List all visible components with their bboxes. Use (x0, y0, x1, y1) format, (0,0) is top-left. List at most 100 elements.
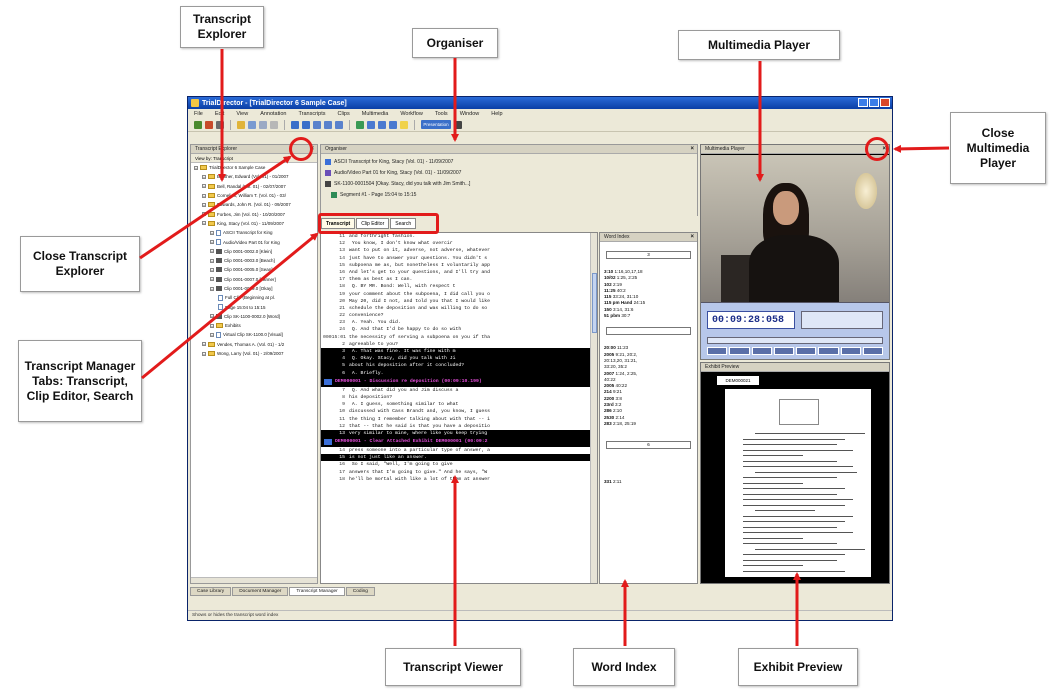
expand-icon[interactable]: + (202, 174, 206, 179)
word-index-letter-box[interactable]: 6 (606, 441, 691, 450)
expand-icon[interactable]: + (210, 332, 214, 337)
tree-item[interactable]: Page 15:04 to 15:15 (191, 302, 317, 311)
expand-icon[interactable]: + (210, 277, 214, 282)
maximize-button[interactable] (869, 98, 879, 107)
transcript-line[interactable]: 14 just have to answer your questions. Yo… (321, 255, 597, 262)
menu-item-annotation[interactable]: Annotation (260, 111, 286, 117)
transcript-line[interactable]: 9 A. I guess, something similar to what (321, 401, 597, 408)
transcript-line[interactable]: 11 the thing I remember talking about wit… (321, 416, 597, 423)
expand-icon[interactable]: + (210, 258, 214, 263)
tree-item[interactable]: + Audio/Video Part 01 for King (191, 237, 317, 246)
transcript-line[interactable]: 21 schedule the deposition and was willin… (321, 305, 597, 312)
video-frame[interactable] (701, 155, 889, 302)
transcript-line[interactable]: 22 convenience? (321, 312, 597, 319)
transcript-line[interactable]: 23 A. Yeah. You did. (321, 319, 597, 326)
organiser-item[interactable]: SK-1100-0001504 [Okay. Stacy, did you ta… (325, 178, 693, 189)
expand-icon[interactable]: + (202, 184, 206, 189)
stop-button[interactable] (773, 347, 794, 355)
bottom-tab-case-library[interactable]: Case Library (190, 587, 232, 596)
expand-icon[interactable]: + (202, 342, 206, 347)
highlight-icon[interactable] (324, 120, 332, 129)
folder-icon[interactable] (237, 120, 245, 129)
menu-item-workflow[interactable]: Workflow (400, 111, 423, 117)
tree-item[interactable]: + Clip 0001-0003.0 [Beach] (191, 256, 317, 265)
transcript-line[interactable]: 10 discussed with Cass Brandt and, you kn… (321, 408, 597, 415)
note-icon[interactable] (400, 120, 408, 129)
tree-item[interactable]: + Clip 0001-0007.0 [Tanner] (191, 275, 317, 284)
expand-icon[interactable]: + (202, 212, 206, 217)
stop-icon[interactable] (378, 120, 386, 129)
expand-icon[interactable]: + (202, 351, 206, 356)
transcript-line[interactable]: 14 press someone into a particular type o… (321, 447, 597, 454)
tree-item[interactable]: + Clip SK-1100-0002.0 [Word] (191, 312, 317, 321)
menu-item-view[interactable]: View (236, 111, 248, 117)
copy-icon[interactable] (259, 120, 267, 129)
expand-icon[interactable]: + (194, 165, 198, 170)
transcript-line[interactable]: 5 about his deposition after it concluded… (321, 362, 597, 370)
expand-icon[interactable]: + (210, 323, 214, 328)
menu-item-help[interactable]: Help (491, 111, 502, 117)
menu-item-multimedia[interactable]: Multimedia (362, 111, 389, 117)
expand-icon[interactable]: + (210, 314, 214, 319)
expand-icon[interactable]: + (202, 221, 206, 226)
transcript-line[interactable]: 12 that -- that he said is that you have … (321, 423, 597, 430)
word-index-letter-box[interactable] (606, 327, 691, 336)
expand-icon[interactable]: + (210, 240, 214, 245)
end-button[interactable] (818, 347, 839, 355)
transcript-line[interactable]: 2 agreeable to you? (321, 341, 597, 348)
pause-button[interactable] (751, 347, 772, 355)
zoom-icon[interactable] (335, 120, 343, 129)
open-icon[interactable] (205, 120, 213, 129)
menu-item-edit[interactable]: Edit (215, 111, 224, 117)
forward-button[interactable] (796, 347, 817, 355)
transcript-line[interactable]: 12 You know, I don't know what overcir (321, 240, 597, 247)
cut-icon[interactable] (248, 120, 256, 129)
mute-button[interactable] (840, 347, 861, 355)
transcript-line[interactable]: 24 Q. And that I'd be happy to do so wit… (321, 326, 597, 333)
expand-icon[interactable]: + (210, 286, 214, 291)
presentation-button[interactable]: Presentation (421, 120, 451, 129)
transcript-line[interactable]: 13 very similar to mine, where like you k… (321, 429, 597, 438)
rewind-button[interactable] (707, 347, 728, 355)
tree-item[interactable]: + Wong, Larry (Vol. 01) - 2/09/2007 (191, 349, 317, 358)
close-organiser-icon[interactable]: × (690, 146, 694, 153)
transcript-line[interactable]: 17 them as best as I can. (321, 276, 597, 283)
transcript-line[interactable]: 00015:01 the necessity of serving a subpo… (321, 334, 597, 341)
transcript-line[interactable]: 8 his deposition? (321, 394, 597, 401)
transcript-line[interactable]: 4 Q. Okay. Stacy, did you talk with Ji (321, 355, 597, 363)
transcript-line[interactable]: 16 And let's get to your questions, and I… (321, 269, 597, 276)
word-index-entry[interactable]: 283 2:18, 25:19 (600, 421, 697, 427)
find-next-icon[interactable] (302, 120, 310, 129)
display-icon[interactable] (454, 120, 462, 129)
menu-item-transcripts[interactable]: Transcripts (299, 111, 326, 117)
expand-icon[interactable]: + (210, 230, 214, 235)
word-index-entry[interactable]: 51 pbm 30:7 (600, 313, 697, 319)
close-word-index-icon[interactable]: × (690, 234, 694, 241)
seek-bar[interactable] (707, 337, 883, 344)
tree-item[interactable]: + Vendes, Thomas A. (Vol. 01) - 1/2 (191, 340, 317, 349)
transcript-line[interactable]: 18 Q. BY MR. Bond: Well, with respect t (321, 283, 597, 290)
expand-icon[interactable]: + (202, 193, 206, 198)
tree-item[interactable]: + ASCII Transcript for King (191, 228, 317, 237)
transcript-line[interactable]: 15 is not just like an answer. (321, 454, 597, 462)
transcript-segment-marker[interactable]: DEM000001 - Clear Attached Exhibit DEM00… (321, 437, 597, 448)
word-index-entry[interactable]: 331 2:11 (600, 479, 697, 485)
tree-item[interactable]: + Virtual Clip SK-1100.0 [Visual] (191, 330, 317, 339)
transcript-line[interactable]: 20 May 20, did I not, and told you that I… (321, 298, 597, 305)
transcript-line[interactable]: 3 A. That was fine. It was fine with m (321, 348, 597, 356)
transcript-line[interactable]: 13 want to put on it, adverse, not advers… (321, 247, 597, 254)
minimize-button[interactable] (858, 98, 868, 107)
paste-icon[interactable] (270, 120, 278, 129)
loop-button[interactable] (862, 347, 883, 355)
clip-icon[interactable] (356, 120, 364, 129)
tree-item[interactable]: + Banther, Edward (Vol. 01) - 01/2007 (191, 172, 317, 181)
bottom-tab-transcript-manager[interactable]: Transcript Manager (289, 587, 345, 596)
transcript-line[interactable]: 17 answers that I'm going to give." And h… (321, 469, 597, 476)
tree-item[interactable]: + Bell, Randal (Vol. 01) - 02/07/2007 (191, 182, 317, 191)
organiser-item[interactable]: ASCII Transcript for King, Stacy (Vol. 0… (325, 156, 693, 167)
tree-item[interactable]: + Exhibits (191, 321, 317, 330)
close-window-button[interactable] (880, 98, 890, 107)
tree-item[interactable]: + Clip 0001-0005.0 [Sean] (191, 265, 317, 274)
transcript-scrollbar[interactable] (590, 233, 597, 583)
transcript-segment-marker[interactable]: DEM000001 - Discussion re deposition (00… (321, 376, 597, 387)
